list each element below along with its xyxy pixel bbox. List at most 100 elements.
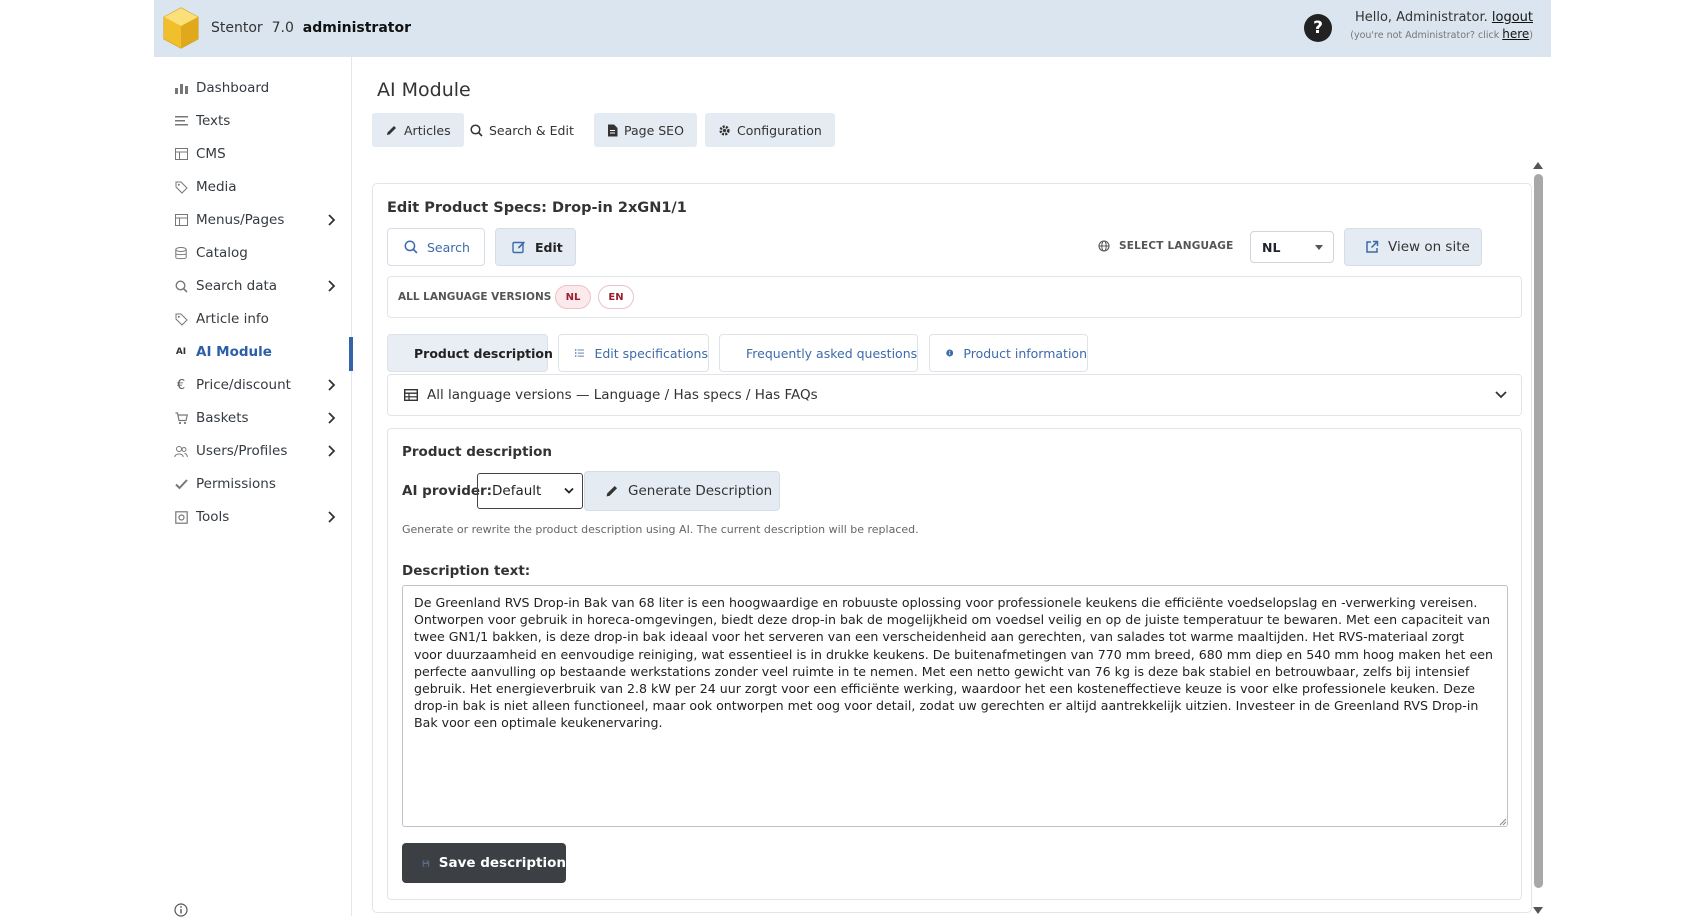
sidebar-item-label: AI Module: [196, 344, 272, 360]
table-icon: [404, 389, 418, 401]
language-select-value: NL: [1262, 239, 1281, 255]
subtab-label: Product description: [414, 345, 553, 361]
database-icon: [174, 246, 188, 260]
search-button-label: Search: [427, 239, 470, 255]
scroll-down-arrow-icon[interactable]: [1533, 907, 1543, 914]
sidebar-item-baskets[interactable]: Baskets: [154, 403, 352, 433]
logout-link[interactable]: logout: [1492, 10, 1533, 25]
sidebar-item-menus-pages[interactable]: Menus/Pages: [154, 205, 352, 235]
language-badge-nl[interactable]: NL: [555, 285, 591, 309]
brand-name: Stentor: [211, 20, 263, 36]
tab-page-seo[interactable]: Page SEO: [594, 113, 697, 147]
gear-icon: [719, 124, 730, 136]
hello-text: Hello, Administrator.: [1354, 10, 1488, 25]
scrollbar-thumb[interactable]: [1534, 174, 1543, 888]
not-user-text: (you're not Administrator? click: [1350, 30, 1500, 41]
sidebar-item-label: Search data: [196, 278, 278, 294]
ai-provider-value: Default: [492, 483, 542, 499]
pencil-icon: [606, 485, 618, 497]
subtab-edit-specifications[interactable]: Edit specifications: [558, 334, 709, 372]
chevron-right-icon: [328, 280, 336, 292]
select-language-text: SELECT LANGUAGE: [1119, 240, 1234, 252]
sidebar-item-texts[interactable]: Texts: [154, 106, 352, 136]
subtab-product-information[interactable]: Product information: [929, 334, 1088, 372]
search-icon: [470, 123, 483, 137]
sidebar-item-catalog[interactable]: Catalog: [154, 238, 352, 268]
tab-search-edit[interactable]: Search & Edit: [457, 113, 587, 147]
brand-version: 7.0: [271, 20, 294, 36]
ai-icon: AI: [175, 347, 187, 357]
tab-configuration[interactable]: Configuration: [705, 113, 835, 147]
select-language-label: SELECT LANGUAGE: [1098, 240, 1233, 252]
chevron-down-icon: [1495, 391, 1507, 399]
brand: Stentor 7.0 administrator: [211, 20, 411, 36]
external-link-icon: [1366, 240, 1379, 253]
sidebar-item-article-info[interactable]: Article info: [154, 304, 352, 334]
sidebar-item-media[interactable]: Media: [154, 172, 352, 202]
save-description-button[interactable]: Save description: [402, 843, 566, 883]
search-button[interactable]: Search: [387, 228, 485, 266]
tag-icon: [174, 312, 188, 326]
sidebar-item-permissions[interactable]: Permissions: [154, 469, 352, 499]
sidebar-item-label: Article info: [196, 311, 269, 327]
search-icon: [404, 240, 418, 254]
info-icon[interactable]: [174, 903, 188, 917]
tab-label: Configuration: [737, 122, 822, 138]
sidebar-item-cms[interactable]: CMS: [154, 139, 352, 169]
description-panel: Product description AI provider: Default…: [387, 428, 1522, 900]
layout-icon: [174, 147, 188, 161]
tag-icon: [174, 180, 188, 194]
here-link[interactable]: here: [1502, 27, 1529, 41]
top-bar: Stentor 7.0 administrator ? Hello, Admin…: [154, 0, 1551, 57]
chevron-down-icon: [564, 487, 574, 494]
sidebar-item-search-data[interactable]: Search data: [154, 271, 352, 301]
tab-articles[interactable]: Articles: [372, 113, 464, 147]
page-title: AI Module: [377, 79, 471, 101]
edit-card: Edit Product Specs: Drop-in 2xGN1/1 Sear…: [372, 183, 1532, 913]
sidebar-item-label: Permissions: [196, 476, 276, 492]
sidebar-item-label: Menus/Pages: [196, 212, 285, 228]
description-textarea[interactable]: De Greenland RVS Drop-in Bak van 68 lite…: [402, 585, 1508, 827]
all-language-versions-label: ALL LANGUAGE VERSIONS: [398, 291, 552, 303]
help-icon[interactable]: ?: [1304, 14, 1332, 42]
subtab-faq[interactable]: ? Frequently asked questions: [719, 334, 918, 372]
tab-label: Page SEO: [624, 122, 684, 138]
sidebar-item-label: Baskets: [196, 410, 249, 426]
language-select[interactable]: NL: [1250, 231, 1334, 263]
sidebar-item-label: Tools: [196, 509, 230, 525]
sidebar-item-dashboard[interactable]: Dashboard: [154, 73, 352, 103]
generate-description-button[interactable]: Generate Description: [584, 471, 780, 511]
chevron-right-icon: [328, 511, 336, 523]
sidebar-item-price-discount[interactable]: € Price/discount: [154, 370, 352, 400]
scroll-up-arrow-icon[interactable]: [1533, 162, 1543, 169]
ai-provider-select[interactable]: Default: [477, 473, 583, 509]
info-circle-icon: [946, 349, 954, 357]
language-badge-en[interactable]: EN: [598, 285, 634, 309]
subtab-product-description[interactable]: Product description: [387, 334, 553, 372]
chevron-right-icon: [328, 445, 336, 457]
pencil-icon: [387, 125, 396, 135]
globe-icon: [1098, 240, 1110, 252]
chevron-right-icon: [328, 412, 336, 424]
language-versions-accordion[interactable]: All language versions — Language / Has s…: [387, 374, 1522, 416]
list-icon: [575, 349, 585, 357]
save-description-label: Save description: [438, 855, 566, 871]
view-on-site-label: View on site: [1388, 239, 1470, 255]
stentor-logo-icon[interactable]: [162, 6, 200, 50]
accordion-label: All language versions — Language / Has s…: [427, 387, 818, 403]
sidebar-item-users-profiles[interactable]: Users/Profiles: [154, 436, 352, 466]
euro-icon: €: [176, 377, 186, 393]
resize-grip-icon[interactable]: [1498, 817, 1507, 826]
sidebar-item-label: CMS: [196, 146, 226, 162]
sidebar-item-tools[interactable]: Tools: [154, 502, 352, 532]
edit-button[interactable]: Edit: [495, 228, 576, 266]
tab-label: Search & Edit: [489, 122, 574, 138]
description-text-label: Description text:: [402, 563, 531, 579]
scrollbar[interactable]: [1532, 162, 1544, 916]
view-on-site-button[interactable]: View on site: [1344, 228, 1482, 266]
subtab-label: Product information: [963, 345, 1087, 361]
app-window: Stentor 7.0 administrator ? Hello, Admin…: [154, 0, 1551, 917]
text-lines-icon: [174, 114, 188, 128]
sidebar-item-ai-module[interactable]: AI AI Module: [154, 337, 353, 371]
sidebar-item-label: Catalog: [196, 245, 248, 261]
